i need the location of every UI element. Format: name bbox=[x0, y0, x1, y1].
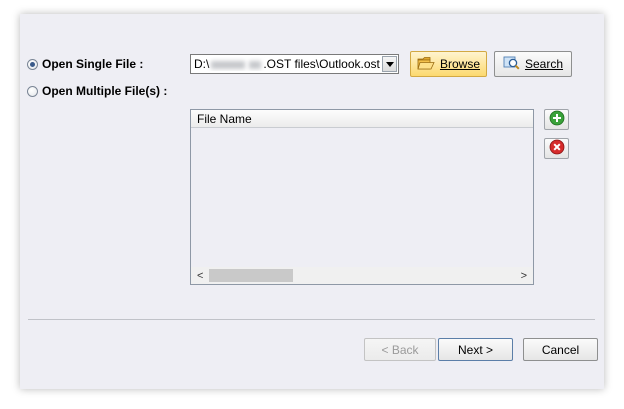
single-file-label: Open Single File : bbox=[42, 57, 144, 71]
file-path-combobox[interactable]: D:\ .OST files\Outlook.ost bbox=[190, 54, 399, 74]
cancel-button[interactable]: Cancel bbox=[523, 338, 598, 361]
scroll-left-icon[interactable]: < bbox=[197, 270, 203, 282]
radio-selected-dot bbox=[30, 61, 35, 67]
next-button[interactable]: Next > bbox=[438, 338, 513, 361]
scrollbar-thumb[interactable] bbox=[209, 269, 293, 282]
multiple-files-option[interactable]: Open Multiple File(s) : bbox=[27, 84, 167, 98]
redacted-text bbox=[249, 60, 262, 69]
search-label: Search bbox=[524, 57, 564, 71]
add-file-button[interactable] bbox=[544, 109, 569, 130]
folder-icon bbox=[417, 56, 435, 73]
cancel-label: Cancel bbox=[541, 342, 580, 357]
redacted-text bbox=[211, 60, 246, 69]
browse-button[interactable]: Browse bbox=[410, 51, 487, 77]
open-file-dialog: Open Single File : Open Multiple File(s)… bbox=[20, 14, 604, 389]
add-icon bbox=[549, 110, 565, 129]
multiple-files-radio[interactable] bbox=[27, 85, 38, 97]
single-file-option[interactable]: Open Single File : bbox=[27, 57, 143, 71]
next-label: Next > bbox=[457, 342, 493, 357]
back-button[interactable]: < Back bbox=[364, 338, 436, 361]
file-list[interactable]: File Name < > bbox=[190, 109, 534, 285]
remove-icon bbox=[549, 139, 565, 158]
chevron-down-icon bbox=[385, 61, 394, 67]
browse-label: Browse bbox=[439, 57, 480, 71]
path-suffix: .OST files\Outlook.ost bbox=[263, 57, 380, 71]
scroll-right-icon[interactable]: > bbox=[521, 270, 527, 282]
single-file-radio[interactable] bbox=[27, 58, 38, 70]
combobox-dropdown-button[interactable] bbox=[382, 56, 397, 72]
footer-divider bbox=[28, 319, 595, 320]
multiple-files-label: Open Multiple File(s) : bbox=[42, 84, 168, 98]
back-label: < Back bbox=[381, 342, 419, 357]
search-button[interactable]: Search bbox=[494, 51, 572, 77]
file-name-column-header[interactable]: File Name bbox=[191, 110, 533, 128]
search-icon bbox=[503, 55, 520, 73]
file-path-value: D:\ .OST files\Outlook.ost bbox=[191, 57, 382, 71]
path-prefix: D:\ bbox=[194, 57, 210, 71]
remove-file-button[interactable] bbox=[544, 138, 569, 159]
column-header-label: File Name bbox=[197, 111, 252, 126]
horizontal-scrollbar[interactable]: < > bbox=[191, 267, 533, 284]
